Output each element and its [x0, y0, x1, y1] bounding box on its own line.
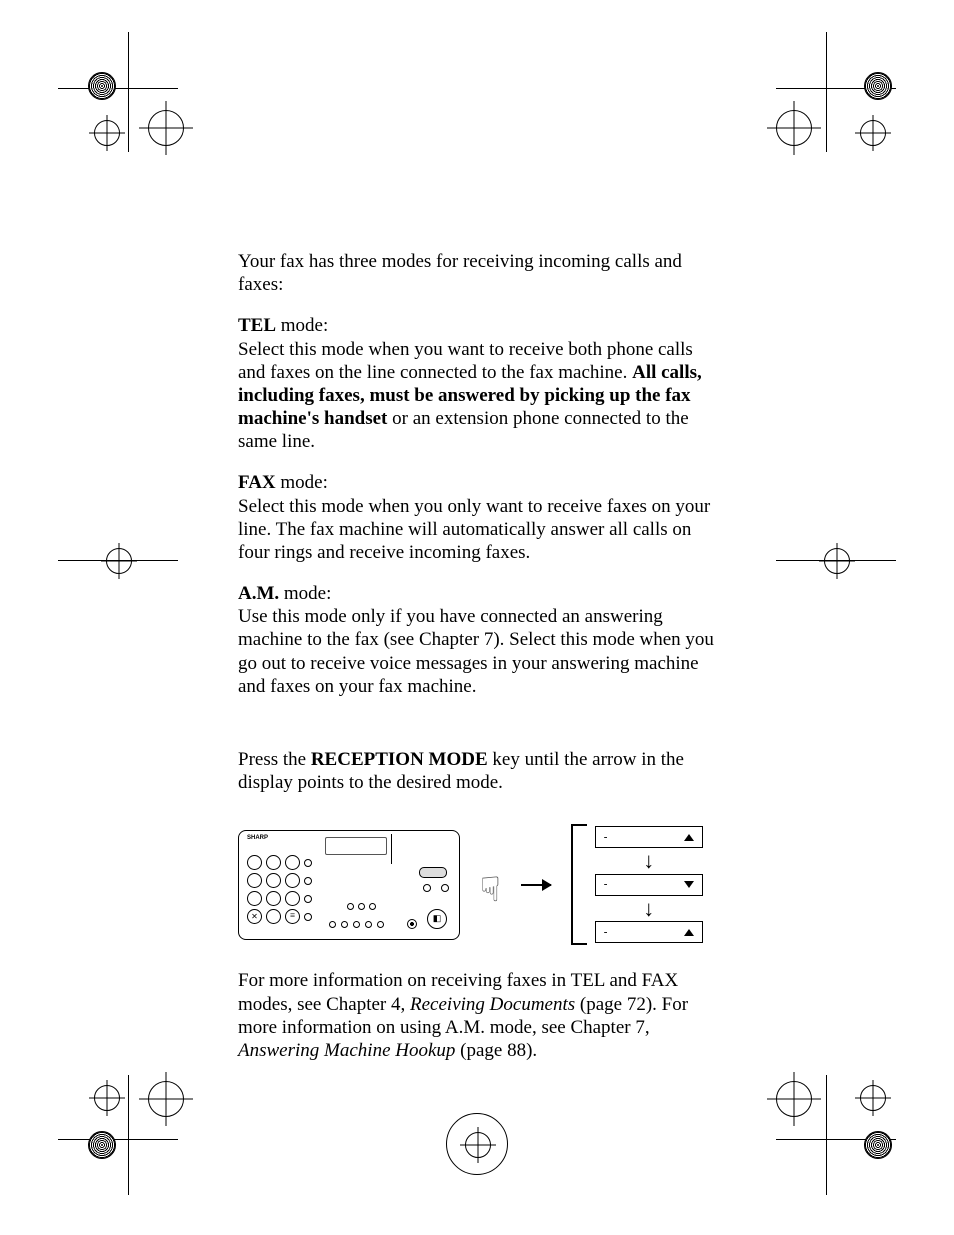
fax-mode-suffix: mode: — [276, 472, 328, 493]
fax-mode-block: FAX mode: Select this mode when you only… — [238, 471, 718, 564]
intro-text: Your fax has three modes for receiving i… — [238, 250, 718, 296]
small-circle-icon — [407, 919, 417, 929]
am-desc: Use this mode only if you have connected… — [238, 606, 714, 697]
press-before: Press the — [238, 749, 311, 770]
registration-mark-icon — [776, 520, 896, 640]
registration-mark-icon — [776, 1075, 896, 1195]
footer-italic1: Receiving Documents — [410, 994, 575, 1015]
press-instruction: Press the RECEPTION MODE key until the a… — [238, 748, 718, 794]
arrow-right-icon — [521, 884, 551, 886]
tel-mode-block: TEL mode: Select this mode when you want… — [238, 314, 718, 453]
lcd-display-icon — [325, 837, 387, 855]
footer-part3: (page 88). — [455, 1040, 537, 1061]
arrow-down-icon: ↓ — [643, 900, 654, 918]
state-box-2: - — [595, 874, 703, 896]
footer-text: For more information on receiving faxes … — [238, 969, 718, 1062]
registration-mark-icon — [446, 1113, 508, 1175]
state-box-3: - — [595, 921, 703, 943]
press-finger-icon: ☟ — [480, 874, 501, 908]
am-mode-suffix: mode: — [279, 583, 331, 604]
arrow-down-icon: ↓ — [643, 852, 654, 870]
registration-mark-icon — [58, 1075, 178, 1195]
mid-buttons-icon — [347, 903, 376, 910]
indicator-down-icon — [684, 881, 694, 888]
callout-line — [391, 834, 392, 864]
right-buttons-icon — [419, 867, 449, 892]
state-bracket-group: - ↓ - ↓ - — [571, 824, 703, 945]
diagram-row: SHARP ◧ ☟ — [238, 824, 718, 945]
fax-desc: Select this mode when you only want to r… — [238, 496, 710, 563]
registration-mark-icon — [776, 32, 896, 152]
state-dash: - — [604, 831, 608, 844]
bottom-buttons-icon — [329, 921, 384, 928]
tel-mode-suffix: mode: — [276, 315, 328, 336]
brand-label: SHARP — [247, 835, 268, 842]
reception-mode-key-label: RECEPTION MODE — [311, 749, 488, 770]
indicator-up-icon — [684, 834, 694, 841]
keypad-icon — [247, 855, 312, 927]
bracket-icon — [571, 824, 587, 945]
tel-mode-name: TEL — [238, 315, 276, 336]
tel-desc-before: Select this mode when you want to receiv… — [238, 339, 693, 383]
state-box-1: - — [595, 826, 703, 848]
state-dash: - — [604, 926, 608, 939]
start-button-icon: ◧ — [427, 909, 447, 929]
display-states: - ↓ - ↓ - — [595, 824, 703, 945]
indicator-up-icon — [684, 929, 694, 936]
registration-mark-icon — [58, 520, 178, 640]
am-mode-name: A.M. — [238, 583, 279, 604]
footer-italic2: Answering Machine Hookup — [238, 1040, 455, 1061]
registration-mark-icon — [58, 32, 178, 152]
page-content: Your fax has three modes for receiving i… — [238, 250, 718, 1080]
am-mode-block: A.M. mode: Use this mode only if you hav… — [238, 582, 718, 698]
fax-mode-name: FAX — [238, 472, 276, 493]
fax-panel-illustration: SHARP ◧ — [238, 830, 460, 940]
state-dash: - — [604, 878, 608, 891]
